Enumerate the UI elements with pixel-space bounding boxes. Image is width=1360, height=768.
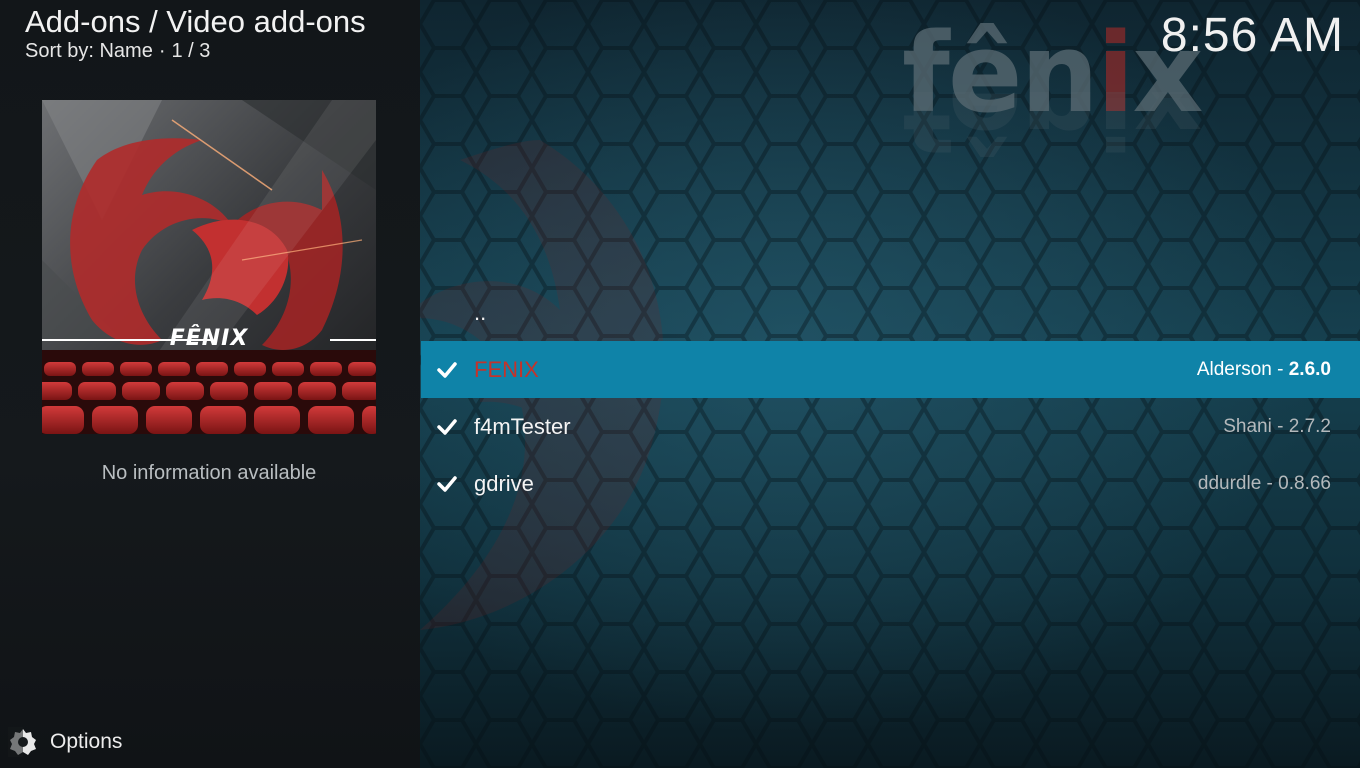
- meta-separator: -: [1271, 415, 1289, 437]
- addon-version: 0.8.66: [1278, 472, 1331, 494]
- sort-info: Sort by: Name · 1 / 3: [25, 40, 210, 63]
- options-gear-icon: [8, 727, 36, 757]
- addon-meta: ddurdle - 0.8.66: [1198, 473, 1331, 495]
- separator: ·: [158, 40, 166, 62]
- page-counter: 1 / 3: [171, 40, 211, 62]
- options-button[interactable]: Options: [8, 726, 188, 758]
- fenix-artwork: [42, 100, 376, 434]
- thumbnail-label: FÊNIX: [169, 326, 249, 351]
- list-item-f4mtester[interactable]: f4mTester Shani - 2.7.2: [421, 398, 1360, 455]
- addon-name: gdrive: [474, 470, 534, 496]
- addon-list: .. FENIX Alderson - 2.6.0 f4mTester Shan…: [421, 284, 1360, 512]
- list-item-fenix[interactable]: FENIX Alderson - 2.6.0: [421, 341, 1360, 398]
- parent-folder-item[interactable]: ..: [421, 284, 1360, 341]
- info-panel: Add-ons / Video add-ons Sort by: Name · 1 …: [0, 0, 420, 768]
- list-item-gdrive[interactable]: gdrive ddurdle - 0.8.66: [421, 455, 1360, 512]
- kodi-addons-window: fênix fênix Add-ons / Video add-ons Sort…: [0, 0, 1360, 768]
- meta-separator: -: [1261, 472, 1279, 494]
- checkmark-icon: [437, 362, 457, 378]
- checkmark-icon: [437, 419, 457, 435]
- page-title: Add-ons / Video add-ons: [25, 4, 366, 39]
- sort-label[interactable]: Sort by: Name: [25, 40, 153, 62]
- addon-author: Alderson: [1196, 358, 1272, 380]
- addon-name: f4mTester: [474, 413, 571, 439]
- addon-author: Shani: [1223, 415, 1272, 437]
- options-label: Options: [50, 730, 123, 753]
- checkmark-icon: [437, 476, 457, 492]
- info-text: No information available: [101, 462, 317, 484]
- addon-meta: Alderson - 2.6.0: [1197, 359, 1331, 381]
- backdrop-logo-reflection: fênix: [902, 92, 1202, 162]
- parent-folder-label: ..: [474, 299, 487, 325]
- addon-meta: Shani - 2.7.2: [1223, 416, 1331, 438]
- addon-thumbnail: FÊNIX: [42, 100, 376, 434]
- addon-author: ddurdle: [1197, 472, 1262, 494]
- addon-name: FENIX: [474, 356, 539, 382]
- addon-version: 2.7.2: [1288, 415, 1331, 437]
- meta-separator: -: [1271, 358, 1289, 380]
- addon-version: 2.6.0: [1288, 358, 1331, 380]
- clock: 8:56 AM: [1160, 9, 1344, 62]
